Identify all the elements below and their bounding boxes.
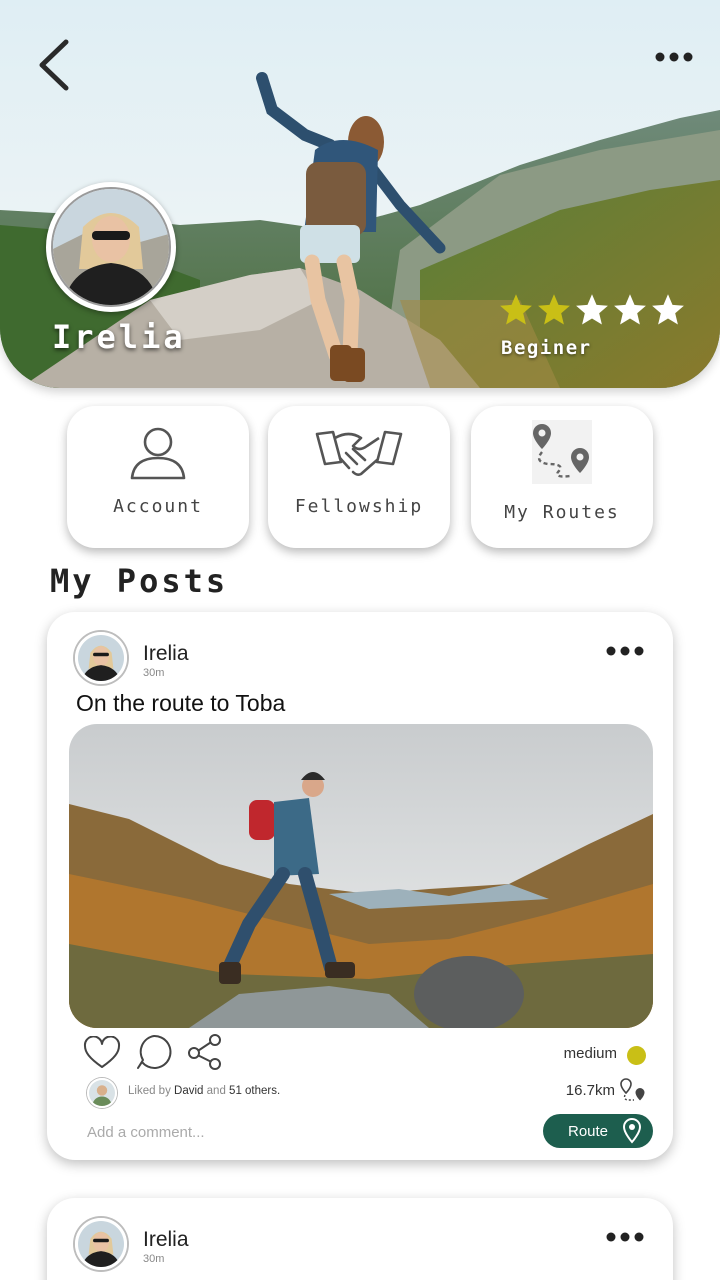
handshake-icon xyxy=(315,430,403,476)
avatar-image xyxy=(78,1221,124,1267)
fellowship-tile[interactable]: Fellowship xyxy=(268,406,450,548)
account-tile[interactable]: Account xyxy=(67,406,249,548)
route-button-label: Route xyxy=(568,1122,609,1140)
more-horizontal-icon xyxy=(655,52,693,62)
chevron-left-icon xyxy=(39,39,69,91)
post-photo[interactable] xyxy=(69,724,653,1028)
share-button[interactable] xyxy=(187,1034,223,1070)
avatar-image xyxy=(53,189,169,305)
difficulty-label: medium xyxy=(563,1045,617,1062)
post-title: On the route to Toba xyxy=(76,690,286,716)
post-card: Irelia 30m xyxy=(47,1198,673,1280)
more-horizontal-icon xyxy=(606,1232,644,1242)
comment-input[interactable] xyxy=(87,1120,387,1144)
route-distance-icon xyxy=(620,1078,645,1101)
difficulty-indicator xyxy=(627,1046,646,1065)
route-map-icon xyxy=(532,420,592,484)
star-filled-icon xyxy=(538,294,570,325)
liked-prefix: Liked by xyxy=(128,1085,171,1097)
distance-value: 16.7km xyxy=(565,1082,615,1099)
post-author[interactable]: Irelia xyxy=(143,1228,189,1252)
star-empty-icon xyxy=(614,294,646,325)
post-author-avatar[interactable] xyxy=(75,1218,127,1270)
post-more-button[interactable] xyxy=(605,1230,645,1244)
level-label: Beginer xyxy=(501,337,592,359)
profile-name: Irelia xyxy=(52,318,186,356)
comment-icon xyxy=(137,1034,172,1069)
location-pin-icon xyxy=(623,1118,641,1144)
liker-avatar[interactable] xyxy=(87,1078,117,1108)
liked-by-text[interactable]: Liked by David and 51 others. xyxy=(128,1085,280,1097)
fellowship-label: Fellowship xyxy=(294,496,424,517)
like-button[interactable] xyxy=(83,1035,121,1070)
star-filled-icon xyxy=(500,294,532,325)
avatar-image xyxy=(89,1080,115,1106)
back-button[interactable] xyxy=(34,38,74,92)
post-card: Irelia 30m On the route to Toba medium L… xyxy=(47,612,673,1160)
share-icon xyxy=(188,1034,221,1070)
liked-and: and xyxy=(206,1085,226,1097)
profile-avatar[interactable] xyxy=(46,182,176,312)
heart-icon xyxy=(83,1035,121,1068)
comment-button[interactable] xyxy=(136,1034,172,1070)
liked-user[interactable]: David xyxy=(174,1085,203,1097)
avatar-image xyxy=(78,635,124,681)
post-author[interactable]: Irelia xyxy=(143,642,189,666)
user-icon xyxy=(130,427,186,480)
star-empty-icon xyxy=(652,294,684,325)
account-label: Account xyxy=(113,496,203,517)
post-time: 30m xyxy=(143,1253,165,1265)
post-image xyxy=(69,724,653,1028)
section-title: My Posts xyxy=(50,562,229,600)
header-more-button[interactable] xyxy=(654,48,694,66)
star-empty-icon xyxy=(576,294,608,325)
more-horizontal-icon xyxy=(606,646,644,656)
post-time: 30m xyxy=(143,667,165,679)
route-button[interactable]: Route xyxy=(543,1114,653,1148)
post-more-button[interactable] xyxy=(605,644,645,658)
profile-header: Irelia Beginer xyxy=(0,0,720,388)
my-routes-label: My Routes xyxy=(504,502,620,523)
rating-stars xyxy=(498,292,686,328)
my-routes-tile[interactable]: My Routes xyxy=(471,406,653,548)
post-author-avatar[interactable] xyxy=(75,632,127,684)
liked-others[interactable]: 51 others. xyxy=(229,1085,280,1097)
